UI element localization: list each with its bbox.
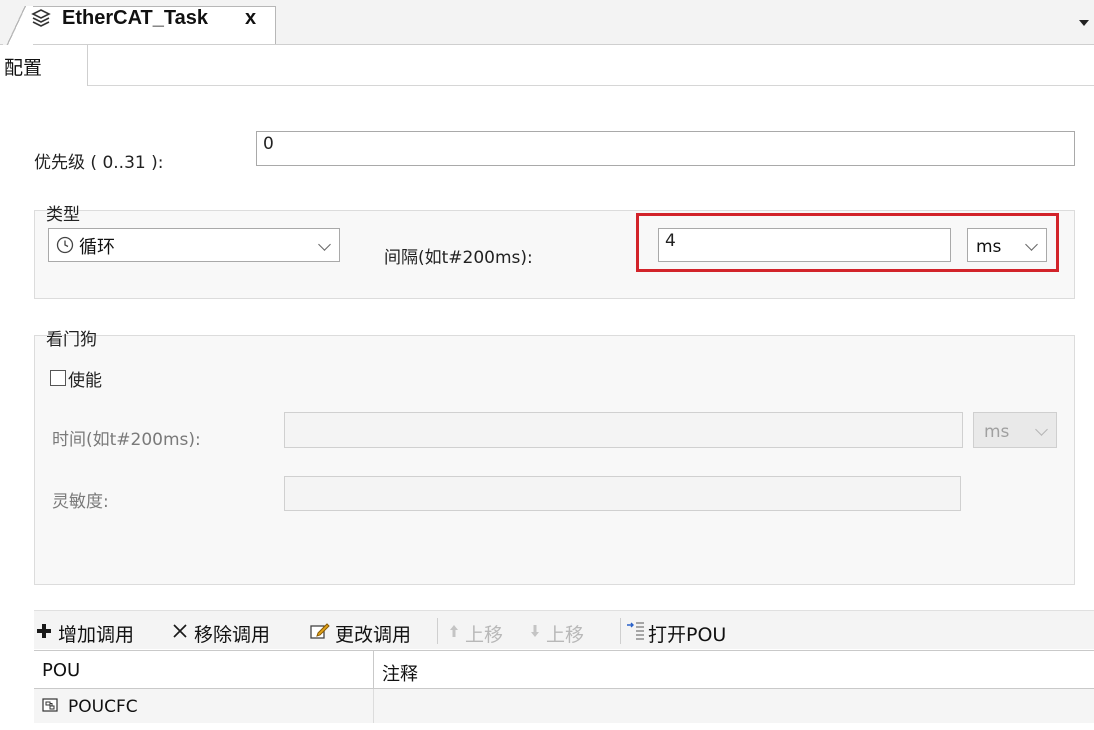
change-call-button[interactable]: 更改调用 [335, 620, 411, 647]
move-down-button[interactable]: 上移 [546, 620, 584, 647]
task-type-value: 循环 [79, 237, 115, 258]
pou-cfc-icon [42, 698, 58, 712]
chevron-down-icon [1035, 423, 1048, 436]
interval-input[interactable]: 4 [658, 228, 951, 262]
interval-unit-select[interactable]: ms [967, 228, 1047, 262]
table-row[interactable]: POUCFC [34, 689, 1094, 723]
add-call-button[interactable]: 增加调用 [58, 620, 134, 647]
tab-configuration-label: 配置 [4, 57, 43, 79]
chevron-down-icon [1025, 238, 1038, 251]
tab-list-dropdown-icon[interactable] [1079, 20, 1089, 26]
task-icon [31, 9, 51, 27]
edit-icon [310, 623, 330, 639]
toolbar-separator [620, 618, 621, 644]
interval-unit-value: ms [976, 237, 1002, 257]
remove-call-button[interactable]: 移除调用 [194, 620, 270, 647]
tab-close-button[interactable]: x [245, 7, 256, 30]
watchdog-time-unit-select[interactable]: ms [973, 412, 1057, 448]
pou-name-cell: POUCFC [68, 697, 138, 717]
open-pou-icon [627, 622, 644, 640]
remove-x-icon [173, 624, 187, 638]
arrow-up-icon [450, 625, 458, 637]
arrow-down-icon [531, 625, 539, 637]
watchdog-group [34, 335, 1075, 585]
chevron-down-icon [318, 238, 331, 251]
pou-call-toolbar: 增加调用 移除调用 更改调用 上移 上移 打开POU [34, 610, 1094, 649]
watchdog-group-legend: 看门狗 [46, 330, 97, 350]
type-group-legend: 类型 [46, 205, 80, 225]
open-pou-button[interactable]: 打开POU [648, 620, 726, 647]
watchdog-enable-checkbox[interactable] [50, 370, 66, 386]
watchdog-time-input[interactable] [284, 412, 963, 448]
toolbar-separator [437, 618, 438, 644]
column-header-comment[interactable]: 注释 [374, 651, 1094, 689]
priority-label: 优先级 ( 0..31 ): [34, 153, 164, 173]
priority-input[interactable]: 0 [256, 131, 1075, 166]
move-up-button[interactable]: 上移 [465, 620, 503, 647]
cell-divider [373, 689, 374, 723]
watchdog-time-unit-value: ms [984, 422, 1010, 442]
clock-icon [56, 236, 74, 254]
watchdog-enable-label: 使能 [68, 371, 102, 391]
column-header-pou[interactable]: POU [34, 651, 374, 689]
interval-label: 间隔(如t#200ms): [384, 248, 533, 268]
watchdog-sensitivity-label: 灵敏度: [52, 492, 109, 512]
task-type-select[interactable]: 循环 [48, 228, 340, 262]
plus-icon [37, 624, 51, 638]
subtab-divider [88, 85, 1094, 86]
watchdog-sensitivity-input[interactable] [284, 476, 961, 511]
tab-slant-decoration [3, 6, 33, 45]
tab-title: EtherCAT_Task [62, 7, 208, 29]
pou-call-table: POU 注释 POUCFC [34, 650, 1094, 730]
watchdog-time-label: 时间(如t#200ms): [52, 430, 201, 450]
